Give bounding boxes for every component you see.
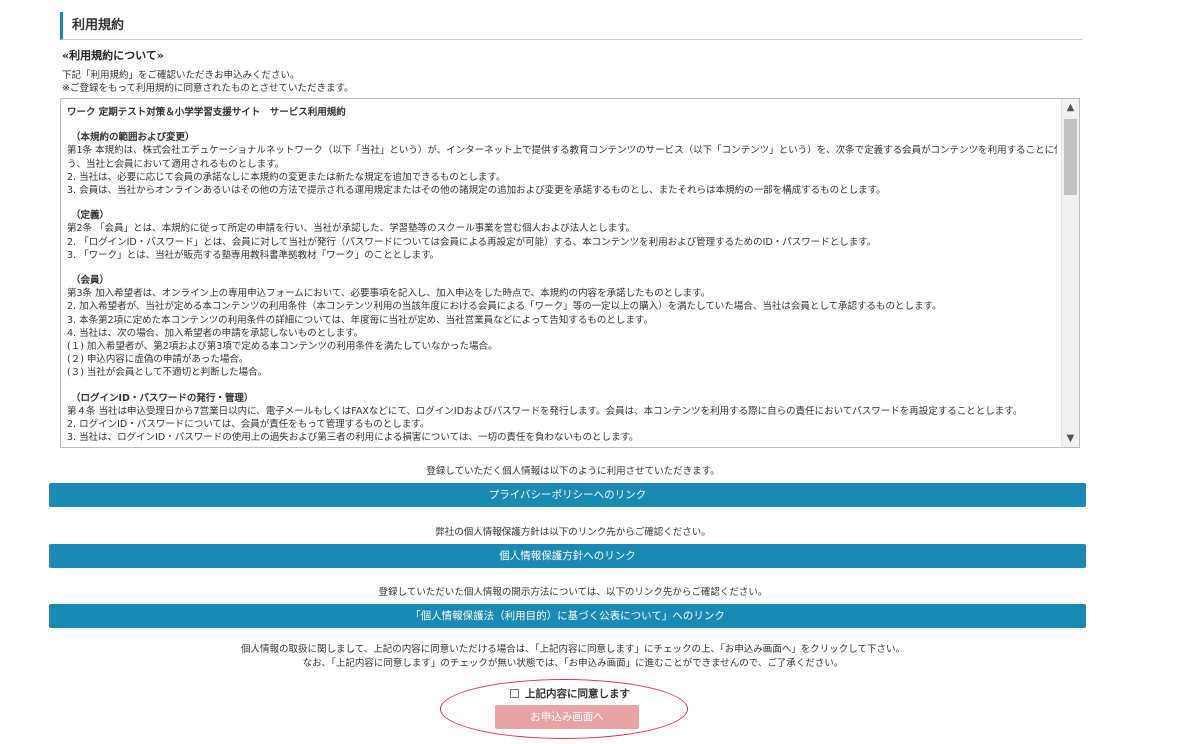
scroll-down-icon[interactable]: ▼ (1062, 430, 1079, 447)
terms-line: 第1条 本規約は、株式会社エデュケーショナルネットワーク（以下「当社」という）が… (67, 145, 1057, 157)
terms-line: (２) 申込内容に虚偽の申請があった場合。 (67, 354, 249, 366)
terms-scrollbar[interactable]: ▲ ▼ (1061, 99, 1079, 447)
terms-line: 2. 加入希望者が、当社が定める本コンテンツの利用条件（本コンテンツ利用の当該年… (67, 301, 942, 313)
privacy-notice: 登録していただく個人情報は以下のように利用させていただきます。 (426, 466, 720, 477)
terms-line: 第４条 当社は申込受理日から7営業日以内に、電子メールもしくはFAXなどにて、ロ… (67, 405, 1023, 417)
terms-line: う、当社と会員において適用されるものとします。 (67, 158, 285, 170)
agree-checkbox-row[interactable]: 上記内容に同意します (510, 686, 630, 700)
agree-checkbox[interactable] (510, 688, 519, 698)
terms-line: 2. ログインID・パスワードについては、会員が責任をもって管理するものとします… (67, 419, 430, 431)
agreement-instructions: 個人情報の取扱に関しまして、上記の内容に同意いただける場合は、「上記内容に同意し… (60, 643, 1086, 671)
disclosure-notice: 登録していただいた個人情報の開示方法については、以下のリンク先からご確認ください… (378, 587, 768, 598)
agreement-line-1: 個人情報の取扱に関しまして、上記の内容に同意いただける場合は、「上記内容に同意し… (241, 644, 905, 655)
intro-line: 下記「利用規約」をご確認いただきお申込みください。 (62, 70, 300, 81)
apply-button[interactable]: お申込み画面へ (495, 705, 639, 729)
terms-line: 2. 当社は、必要に応じて会員の承諾なしに本規約の変更または新たな規定を追加でき… (67, 171, 506, 183)
terms-line: 第2条 「会員」とは、本規約に従って所定の申請を行い、当社が承認した、学習塾等の… (67, 223, 636, 235)
privacy-policy-link-button[interactable]: プライバシーポリシーへのリンク (49, 483, 1086, 507)
section-heading: （会員） (71, 275, 110, 287)
terms-line: 3. 当社は、ログインID・パスワードの使用上の過失および第三者の利用による損害… (67, 432, 639, 444)
agreement-line-2: なお、「上記内容に同意します」のチェックが無い状態では、「お申込み画面」に進むこ… (302, 658, 844, 669)
intro-text: 下記「利用規約」をご確認いただきお申込みください。 ※ご登録をもって利用規約に同… (62, 69, 354, 95)
terms-line: 2. 「ログインID・パスワード」とは、会員に対して当社が発行（パスワードについ… (67, 236, 877, 248)
scroll-thumb[interactable] (1064, 119, 1077, 195)
scroll-up-icon[interactable]: ▲ (1062, 99, 1079, 116)
terms-line: 3. 会員は、当社からオンラインあるいはその他の方法で提示される運用規定またはそ… (67, 185, 886, 197)
terms-line: 4. 当社は、次の場合、加入希望者の申請を承認しないものとします。 (67, 327, 364, 339)
protection-notice: 弊社の個人情報保護方針は以下のリンク先からご確認ください。 (435, 527, 711, 538)
section-heading: （ログインID・パスワードの発行・管理） (71, 392, 254, 404)
section-heading: （定義） (71, 210, 110, 222)
terms-content: ワーク 定期テスト対策＆小学学習支援サイト サービス利用規約 （本規約の範囲およ… (67, 106, 1057, 444)
section-heading: （本規約の範囲および変更） (71, 132, 195, 144)
terms-line: 3. 本条第2項に定めた本コンテンツの利用条件の詳細については、年度毎に当社が定… (67, 314, 653, 326)
terms-subheading: «利用規約について» (62, 49, 164, 62)
protection-policy-link-button[interactable]: 個人情報保護方針へのリンク (49, 544, 1086, 568)
terms-line: (１) 加入希望者が、第2項および第3項で定める本コンテンツの利用条件を満たして… (67, 341, 498, 353)
terms-scroll-box[interactable]: ワーク 定期テスト対策＆小学学習支援サイト サービス利用規約 （本規約の範囲およ… (60, 98, 1080, 448)
terms-line: 3. 「ワーク」とは、当社が販売する塾専用教科書準拠教材「ワーク」のこととします… (67, 249, 440, 261)
page-title: 利用規約 (60, 12, 1082, 40)
terms-line: (３) 当社が会員として不適切と判断した場合。 (67, 367, 268, 379)
intro-note: ※ご登録をもって利用規約に同意されたものとさせていただきます。 (62, 83, 354, 94)
agree-checkbox-label[interactable]: 上記内容に同意します (525, 686, 630, 701)
terms-line: 第3条 加入希望者は、オンライン上の専用申込フォームにおいて、必要事項を記入し、… (67, 288, 711, 300)
terms-doc-title: ワーク 定期テスト対策＆小学学習支援サイト サービス利用規約 (67, 107, 346, 118)
public-notice-link-button[interactable]: 「個人情報保護法（利用目的）に基づく公表について」へのリンク (49, 604, 1086, 628)
